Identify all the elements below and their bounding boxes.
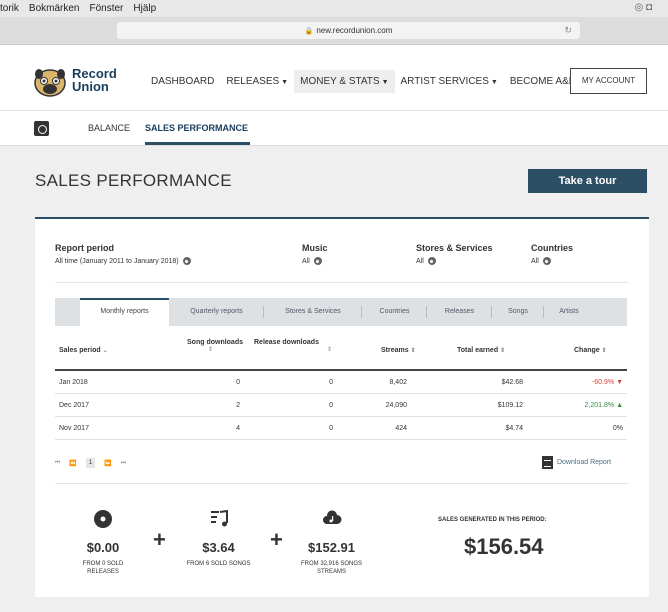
take-tour-button[interactable]: Take a tour xyxy=(528,169,647,193)
col-sales-period[interactable]: Sales period ⌄ xyxy=(59,347,108,354)
col-song-downloads[interactable]: Song downloads ⇕ xyxy=(173,339,243,353)
filter-music[interactable]: All xyxy=(302,257,322,265)
filter-stores[interactable]: All xyxy=(416,257,436,265)
reload-icon[interactable]: ↻ xyxy=(564,22,572,39)
menu-history[interactable]: torik xyxy=(0,3,19,14)
tab-quarterly-reports[interactable]: Quarterly reports xyxy=(169,298,264,326)
nav-artist-services[interactable]: ARTIST SERVICES ▼ xyxy=(395,70,504,93)
browser-toolbar: 🔒 new.recordunion.com ↻ xyxy=(0,17,668,45)
menu-bookmarks[interactable]: Bokmärken xyxy=(29,3,80,14)
menu-window[interactable]: Fönster xyxy=(89,3,123,14)
filter-countries[interactable]: All xyxy=(531,257,551,265)
stat-streams: $152.91 FROM 32,916 SONGS STREAMS xyxy=(284,509,379,576)
tab-stores-services[interactable]: Stores & Services xyxy=(264,298,362,326)
caret-down-icon: ▼ xyxy=(381,79,389,86)
settings-icon[interactable] xyxy=(542,257,551,265)
table-row: Jan 2018 0 0 8,402 $42.68 -60.9% ▼ xyxy=(55,371,627,394)
main-nav: DASHBOARD RELEASES ▼ MONEY & STATS ▼ ARTIS… xyxy=(145,70,582,93)
tab-songs[interactable]: Songs xyxy=(492,298,544,326)
tab-spacer xyxy=(55,298,80,326)
prev-page-icon[interactable]: ⏪ xyxy=(69,460,76,467)
table-header: Sales period ⌄ Song downloads ⇕ Release d… xyxy=(55,327,627,371)
address-bar[interactable]: 🔒 new.recordunion.com ↻ xyxy=(117,22,580,39)
nav-dashboard[interactable]: DASHBOARD xyxy=(145,70,220,93)
total-label: SALES GENERATED IN THIS PERIOD: xyxy=(438,517,547,523)
plus-sign: + xyxy=(153,527,166,552)
current-page[interactable]: 1 xyxy=(85,458,96,468)
url-text: new.recordunion.com xyxy=(316,26,393,35)
site-header: Record Union DASHBOARD RELEASES ▼ MONEY &… xyxy=(0,45,668,111)
brand-name[interactable]: Record Union xyxy=(72,67,117,93)
brand-line-2: Union xyxy=(72,79,109,94)
first-page-icon[interactable]: ⏮ xyxy=(55,460,60,467)
filter-report-period-label: Report period xyxy=(55,243,115,253)
settings-icon[interactable] xyxy=(427,257,436,265)
settings-icon[interactable] xyxy=(182,257,191,265)
sort-icon: ⇕ xyxy=(326,347,332,353)
nav-releases[interactable]: RELEASES ▼ xyxy=(220,70,294,93)
camera-icon xyxy=(34,121,49,136)
active-tab-underline xyxy=(145,142,250,145)
menubar-status-icons: ◎ ◘ xyxy=(634,2,652,13)
lock-icon: 🔒 xyxy=(304,28,314,35)
change-negative: -60.9% ▼ xyxy=(591,379,623,386)
filter-stores-label: Stores & Services xyxy=(416,243,493,253)
next-page-icon[interactable]: ⏩ xyxy=(104,460,111,467)
arrow-down-icon: ▼ xyxy=(616,379,623,386)
report-tabs: Monthly reports Quarterly reports Stores… xyxy=(55,298,627,326)
document-icon xyxy=(542,456,553,469)
caret-down-icon: ▼ xyxy=(281,79,289,86)
col-change[interactable]: Change ⇕ xyxy=(574,347,607,354)
total-amount: $156.54 xyxy=(464,534,544,559)
table-row: Nov 2017 4 0 424 $4.74 0% xyxy=(55,417,627,440)
subnav-balance[interactable]: BALANCE xyxy=(88,123,130,133)
nav-money-stats[interactable]: MONEY & STATS ▼ xyxy=(294,70,395,93)
filter-countries-label: Countries xyxy=(531,243,574,253)
stat-songs: $3.64 FROM 6 SOLD SONGS xyxy=(171,509,266,568)
tab-releases[interactable]: Releases xyxy=(427,298,492,326)
filter-music-label: Music xyxy=(302,243,328,253)
settings-icon[interactable] xyxy=(313,257,322,265)
filter-report-period[interactable]: All time (January 2011 to January 2018) xyxy=(55,257,191,265)
page-title: SALES PERFORMANCE xyxy=(35,171,232,190)
menu-help[interactable]: Hjälp xyxy=(133,3,156,14)
sales-table: Sales period ⌄ Song downloads ⇕ Release d… xyxy=(55,327,627,440)
plus-sign: + xyxy=(270,527,283,552)
divider xyxy=(55,282,629,283)
tab-artists[interactable]: Artists xyxy=(544,298,594,326)
download-report-link[interactable]: Download Report xyxy=(542,456,611,469)
sub-nav: BALANCE SALES PERFORMANCE xyxy=(0,111,668,146)
my-account-button[interactable]: MY ACCOUNT xyxy=(570,68,647,94)
tab-countries[interactable]: Countries xyxy=(362,298,427,326)
caret-down-icon: ▼ xyxy=(490,79,498,86)
pagination: ⏮ ⏪ 1 ⏩ ⏭ xyxy=(55,458,135,468)
sales-card: Report period All time (January 2011 to … xyxy=(35,217,649,597)
last-page-icon[interactable]: ⏭ xyxy=(121,460,126,467)
sort-icon: ⇕ xyxy=(207,347,213,353)
pug-logo-icon[interactable] xyxy=(33,67,67,97)
col-release-downloads[interactable]: Release downloads ⇕ xyxy=(254,339,336,353)
disc-icon xyxy=(94,510,112,528)
cloud-music-icon xyxy=(322,510,341,524)
divider xyxy=(55,483,629,484)
music-note-icon xyxy=(210,509,228,527)
tab-monthly-reports[interactable]: Monthly reports xyxy=(80,298,169,326)
col-streams[interactable]: Streams ⇕ xyxy=(381,347,416,354)
stat-releases: $0.00 FROM 0 SOLD RELEASES xyxy=(63,509,143,576)
change-positive: 2,201.8% ▲ xyxy=(584,402,623,409)
arrow-up-icon: ▲ xyxy=(616,402,623,409)
table-row: Dec 2017 2 0 24,090 $109.12 2,201.8% ▲ xyxy=(55,394,627,417)
os-menubar: torik Bokmärken Fönster Hjälp ◎ ◘ xyxy=(0,0,668,17)
subnav-sales-performance[interactable]: SALES PERFORMANCE xyxy=(145,123,248,133)
col-total-earned[interactable]: Total earned ⇕ xyxy=(457,347,505,354)
